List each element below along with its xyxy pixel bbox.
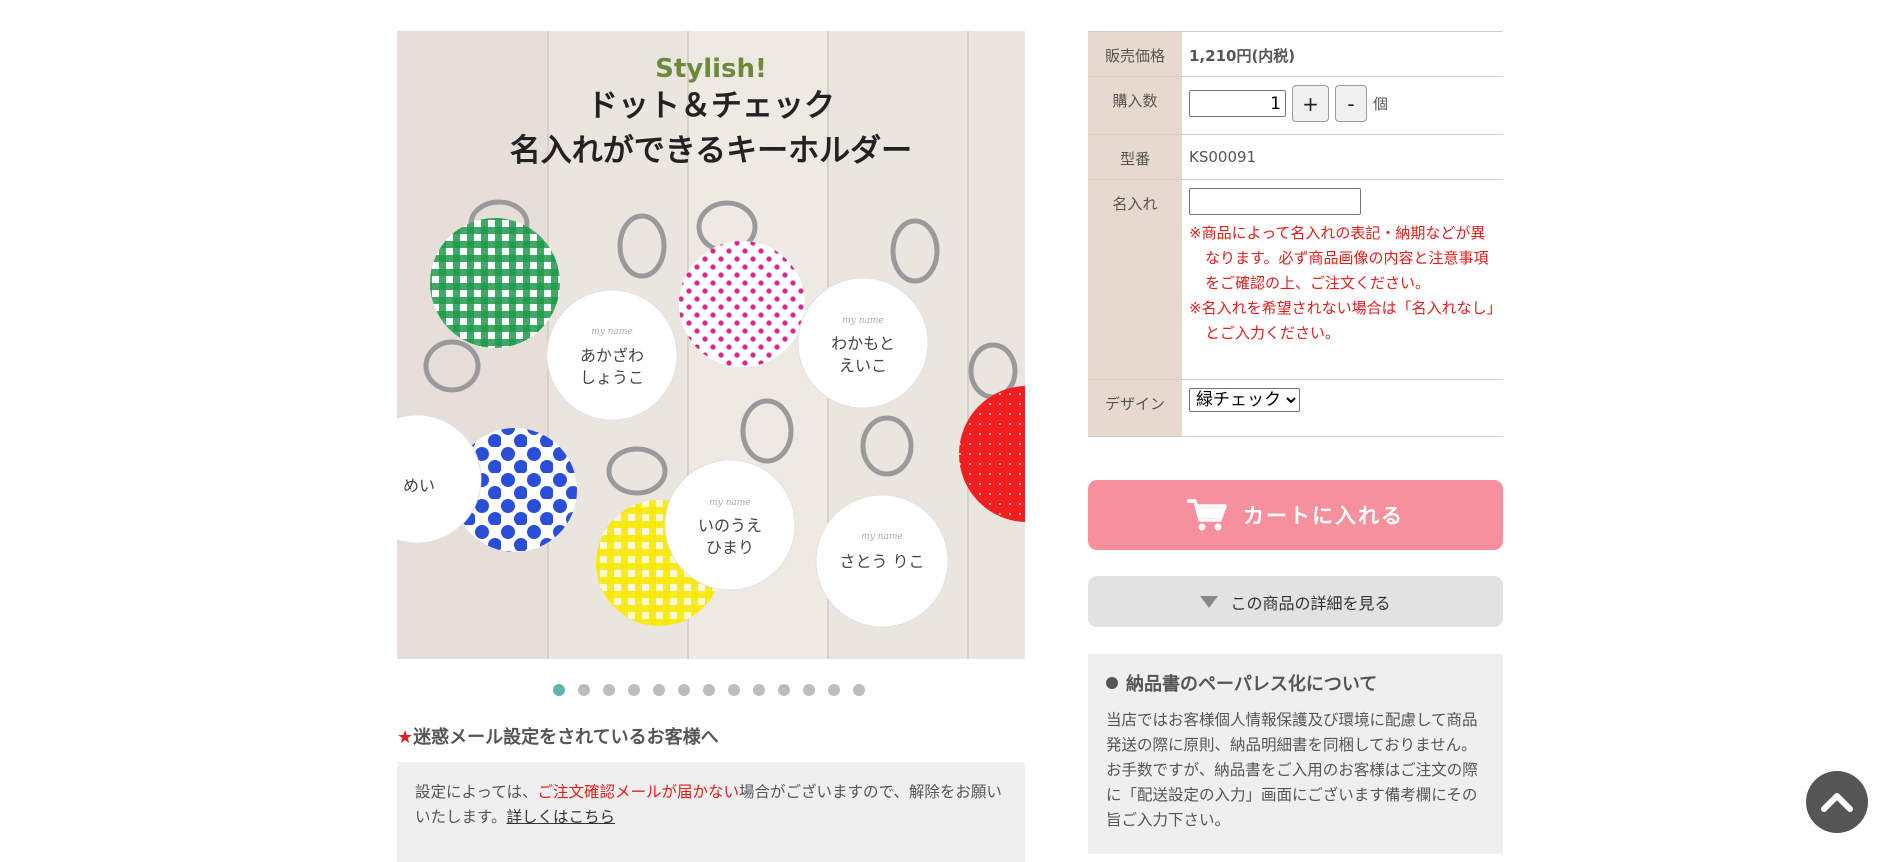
notice-details-link[interactable]: 詳しくはこちら [506,808,615,826]
svg-text:あかざわ: あかざわ [580,346,644,365]
image-headline-jp-2: 名入れができるキーホルダー [510,133,912,169]
price-value: 1,210円(内税) [1189,47,1296,65]
slider-dot[interactable] [578,684,590,696]
name-engraving-row: 名入れ ※商品によって名入れの表記・納期などが異なります。必ず商品画像の内容と注… [1088,180,1503,380]
paperless-notice-box: 納品書のペーパレス化について 当店ではお客様個人情報保護及び環境に配慮して商品発… [1088,654,1503,854]
quantity-input[interactable] [1189,90,1286,117]
cart-icon [1187,499,1227,531]
product-spec-table: 販売価格 1,210円(内税) 購入数 + - 個 型番 KS00091 名入れ… [1088,31,1503,437]
paperless-title: 納品書のペーパレス化について [1106,670,1485,696]
add-to-cart-button[interactable]: カートに入れる [1088,480,1503,550]
product-image[interactable]: Stylish! ドット＆チェック 名入れができるキーホルダー my name … [397,31,1025,659]
paperless-body: 当店ではお客様個人情報保護及び環境に配慮して商品発送の際に原則、納品明細書を同梱… [1106,711,1478,829]
quantity-row: 購入数 + - 個 [1088,77,1503,135]
design-row: デザイン 緑チェック [1088,380,1503,437]
quantity-minus-button[interactable]: - [1335,85,1367,122]
spam-notice-heading: ★迷惑メール設定をされているお客様へ [397,723,719,749]
svg-text:しょうこ: しょうこ [580,368,644,387]
slider-dot[interactable] [603,684,615,696]
slider-dot[interactable] [678,684,690,696]
spam-notice-box: 設定によっては、ご注文確認メールが届かない場合がございますので、解除をお願いいた… [397,762,1025,862]
svg-text:さとう りこ: さとう りこ [839,552,924,571]
name-engraving-input[interactable] [1189,188,1361,215]
model-label: 型番 [1088,135,1182,179]
svg-text:いのうえ: いのうえ [698,516,762,535]
svg-text:ひまり: ひまり [706,538,754,557]
slider-dot[interactable] [778,684,790,696]
star-icon: ★ [397,727,414,748]
model-value: KS00091 [1189,148,1257,166]
quantity-label: 購入数 [1088,77,1182,134]
notice-text-before: 設定によっては、 [415,783,538,801]
image-headline-en: Stylish! [655,54,767,84]
design-label: デザイン [1088,380,1182,436]
view-details-button[interactable]: この商品の詳細を見る [1088,576,1503,627]
svg-text:わかもと: わかもと [831,334,895,353]
slider-dot[interactable] [828,684,840,696]
price-row: 販売価格 1,210円(内税) [1088,32,1503,77]
slider-dot[interactable] [853,684,865,696]
model-row: 型番 KS00091 [1088,135,1503,180]
name-engraving-label: 名入れ [1088,180,1182,379]
view-details-label: この商品の詳細を見る [1230,593,1391,613]
paperless-title-text: 納品書のペーパレス化について [1126,674,1378,695]
engraving-warning-2: ※名入れを希望されない場合は「名入れなし」とご入力ください。 [1189,299,1495,342]
slider-pagination [553,684,865,696]
svg-text:my name: my name [861,532,903,542]
slider-dot[interactable] [628,684,640,696]
slider-dot[interactable] [553,684,565,696]
slider-dot[interactable] [653,684,665,696]
svg-text:my name: my name [842,316,884,326]
triangle-down-icon [1200,595,1219,608]
bullet-icon [1106,677,1118,689]
image-headline-jp-1: ドット＆チェック [587,88,835,124]
notice-text-red: ご注文確認メールが届かない [537,783,739,801]
price-label: 販売価格 [1088,32,1182,76]
svg-text:めい: めい [403,476,435,495]
slider-dot[interactable] [703,684,715,696]
slider-dot[interactable] [728,684,740,696]
product-photo: Stylish! ドット＆チェック 名入れができるキーホルダー my name … [397,31,1025,659]
spam-notice-title: 迷惑メール設定をされているお客様へ [413,727,719,748]
svg-text:my name: my name [591,327,633,337]
design-select[interactable]: 緑チェック [1189,388,1300,412]
engraving-warning-1: ※商品によって名入れの表記・納期などが異なります。必ず商品画像の内容と注意事項を… [1189,224,1489,292]
slider-dot[interactable] [753,684,765,696]
svg-text:えいこ: えいこ [839,356,887,375]
back-to-top-button[interactable] [1806,771,1868,833]
slider-dot[interactable] [803,684,815,696]
quantity-plus-button[interactable]: + [1292,85,1329,122]
svg-text:my name: my name [709,498,751,508]
add-to-cart-label: カートに入れる [1243,504,1404,528]
quantity-unit: 個 [1373,95,1389,113]
chevron-up-icon [1821,793,1853,812]
